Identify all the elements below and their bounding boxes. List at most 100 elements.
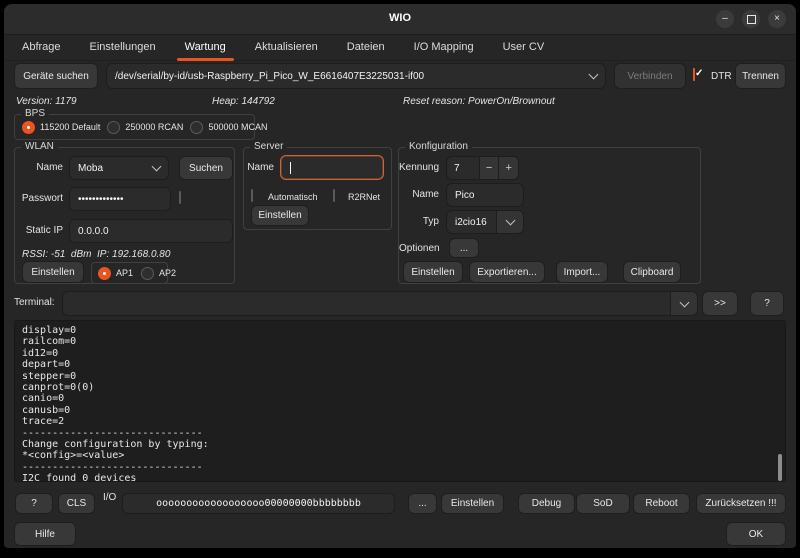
cls-button[interactable]: CLS	[58, 493, 95, 514]
wlan-password-field[interactable]: •••••••••••••	[69, 187, 171, 211]
server-apply-button[interactable]: Einstellen	[251, 205, 309, 226]
config-import-button[interactable]: Import...	[556, 261, 608, 283]
terminal-help-button[interactable]: ?	[750, 291, 784, 316]
combo-dropdown-button[interactable]	[670, 292, 697, 315]
heap-text: Heap: 144792	[212, 96, 275, 107]
titlebar[interactable]: WIO – ×	[4, 4, 796, 35]
config-type-combobox[interactable]: i2cio16	[446, 210, 524, 234]
bps-option-500000[interactable]: 500000 MCAN	[190, 121, 267, 134]
tab-label: I/O Mapping	[414, 41, 474, 53]
config-export-button[interactable]: Exportieren...	[469, 261, 545, 283]
connect-button[interactable]: Verbinden	[614, 63, 686, 89]
debug-button[interactable]: Debug	[518, 493, 575, 514]
io-apply-button[interactable]: Einstellen	[441, 493, 504, 514]
io-help-button[interactable]: ?	[15, 493, 53, 514]
spin-plus-button[interactable]: +	[498, 157, 518, 179]
server-r2rnet-checkbox[interactable]	[333, 189, 335, 202]
tab-bar: Abfrage Einstellungen Wartung Aktualisie…	[4, 34, 796, 61]
cls-label: CLS	[67, 498, 86, 509]
tab-dateien[interactable]: Dateien	[347, 34, 385, 61]
wlan-ap1-option[interactable]: AP1	[98, 267, 133, 280]
terminal-send-label: >>	[714, 298, 726, 309]
device-path-value: /dev/serial/by-id/usb-Raspberry_Pi_Pico_…	[115, 71, 424, 82]
chevron-down-icon	[505, 216, 515, 226]
disconnect-button[interactable]: Trennen	[735, 63, 786, 89]
config-apply-button[interactable]: Einstellen	[403, 261, 463, 283]
io-config-field[interactable]: oooooooooooooooooo00000000bbbbbbbb	[122, 493, 395, 514]
reset-button[interactable]: Zurücksetzen !!!	[696, 493, 786, 514]
config-import-label: Import...	[564, 267, 601, 278]
ap-option-label: AP2	[159, 268, 176, 278]
server-apply-label: Einstellen	[258, 210, 301, 221]
bps-option-label: 115200 Default	[40, 122, 100, 132]
config-options-label: Optionen	[399, 243, 439, 254]
config-clipboard-label: Clipboard	[631, 267, 674, 278]
scrollbar-thumb[interactable]	[778, 454, 782, 481]
tab-einstellungen[interactable]: Einstellungen	[90, 34, 156, 61]
tab-user-cv[interactable]: User CV	[503, 34, 545, 61]
config-id-spinner[interactable]: 7 − +	[446, 156, 519, 180]
server-group: Server Name Automatisch R2RNet Einstelle…	[243, 147, 392, 230]
sod-label: SoD	[593, 498, 612, 509]
io-dots-button[interactable]: ...	[408, 493, 437, 514]
app-window: WIO – × Abfrage Einstellungen Wartung Ak…	[4, 4, 796, 548]
wlan-static-ip-label: Static IP	[15, 225, 63, 236]
terminal-output[interactable]: display=0 railcom=0 id12=0 depart=0 step…	[14, 320, 786, 482]
dtr-checkbox[interactable]	[693, 68, 695, 81]
server-group-title: Server	[250, 141, 287, 153]
wlan-ap-box: AP1 AP2	[91, 262, 168, 284]
tab-wartung[interactable]: Wartung	[185, 34, 226, 61]
server-automatic-label: Automatisch	[268, 192, 318, 202]
wlan-search-button[interactable]: Suchen	[179, 156, 233, 180]
bps-option-label: 500000 MCAN	[208, 122, 267, 132]
terminal-input-combobox[interactable]	[62, 291, 698, 316]
bps-option-115200[interactable]: 115200 Default	[22, 121, 100, 134]
reset-label: Zurücksetzen !!!	[705, 498, 776, 509]
config-options-button[interactable]: ...	[449, 238, 479, 258]
radio-icon[interactable]	[107, 121, 120, 134]
tab-abfrage[interactable]: Abfrage	[22, 34, 61, 61]
tab-label: Abfrage	[22, 41, 61, 53]
wlan-ap2-option[interactable]: AP2	[141, 267, 176, 280]
radio-icon[interactable]	[190, 121, 203, 134]
bps-option-250000[interactable]: 250000 RCAN	[107, 121, 183, 134]
debug-label: Debug	[532, 498, 561, 509]
maximize-button[interactable]	[742, 10, 760, 28]
wlan-static-ip-value: 0.0.0.0	[78, 226, 109, 237]
spin-minus-button[interactable]: −	[479, 157, 499, 179]
close-button[interactable]: ×	[768, 10, 786, 28]
minimize-button[interactable]: –	[716, 10, 734, 28]
tab-aktualisieren[interactable]: Aktualisieren	[255, 34, 318, 61]
radio-icon[interactable]	[22, 121, 35, 134]
io-label: I/O	[103, 492, 116, 503]
combo-dropdown-button[interactable]	[496, 211, 523, 233]
wlan-name-combobox[interactable]: Moba	[69, 156, 169, 180]
io-dots-label: ...	[418, 498, 426, 509]
server-name-label: Name	[244, 162, 274, 173]
reset-reason-text: Reset reason: PowerOn/Brownout	[403, 96, 555, 107]
radio-icon[interactable]	[98, 267, 111, 280]
config-name-field[interactable]: Pico	[446, 183, 524, 207]
bps-option-label: 250000 RCAN	[125, 122, 183, 132]
bps-group-title: BPS	[21, 108, 49, 120]
config-clipboard-button[interactable]: Clipboard	[623, 261, 681, 283]
terminal-send-button[interactable]: >>	[702, 291, 738, 316]
ok-button[interactable]: OK	[726, 522, 786, 546]
minimize-icon: –	[722, 14, 728, 24]
reboot-button[interactable]: Reboot	[633, 493, 690, 514]
wlan-show-password-checkbox[interactable]	[179, 191, 181, 204]
wlan-search-label: Suchen	[189, 163, 223, 174]
server-automatic-checkbox[interactable]	[251, 189, 253, 202]
config-id-label: Kennung	[399, 162, 439, 173]
tab-io-mapping[interactable]: I/O Mapping	[414, 34, 474, 61]
radio-icon[interactable]	[141, 267, 154, 280]
tab-label: Aktualisieren	[255, 41, 318, 53]
help-button[interactable]: Hilfe	[14, 522, 76, 546]
wlan-apply-button[interactable]: Einstellen	[22, 261, 84, 283]
search-devices-button[interactable]: Geräte suchen	[14, 63, 98, 89]
server-name-field[interactable]	[280, 155, 384, 180]
wlan-static-ip-field[interactable]: 0.0.0.0	[69, 219, 233, 243]
device-combobox[interactable]: /dev/serial/by-id/usb-Raspberry_Pi_Pico_…	[106, 63, 606, 89]
tab-label: Wartung	[185, 41, 226, 53]
sod-button[interactable]: SoD	[576, 493, 630, 514]
